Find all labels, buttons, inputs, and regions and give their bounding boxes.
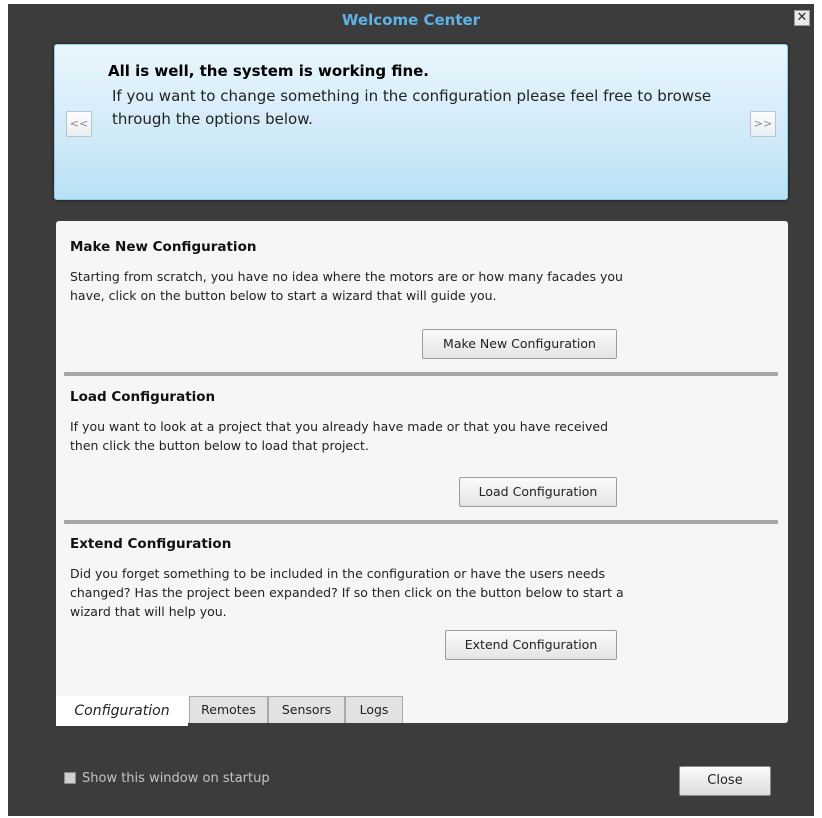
configuration-panel: Make New Configuration Starting from scr… [56,221,788,723]
window-close-icon[interactable]: ✕ [794,10,810,26]
section-description: Did you forget something to be included … [70,566,624,619]
make-new-configuration-button[interactable]: Make New Configuration [422,329,617,359]
section-title: Extend Configuration [70,536,232,552]
section-description: If you want to look at a project that yo… [70,419,609,453]
status-heading: All is well, the system is working fine. [108,62,429,80]
window-title: Welcome Center [341,11,481,29]
load-configuration-button[interactable]: Load Configuration [459,477,617,507]
tab-sensors[interactable]: Sensors [268,696,345,723]
next-button[interactable]: >> [750,111,776,137]
previous-button[interactable]: << [66,111,92,137]
section-make-new-configuration: Make New Configuration Starting from scr… [70,239,776,305]
section-divider [64,520,778,524]
section-description: Starting from scratch, you have no idea … [70,269,623,303]
tab-configuration[interactable]: Configuration [56,696,188,726]
startup-checkbox[interactable] [64,772,76,784]
section-divider [64,372,778,376]
startup-checkbox-label: Show this window on startup [82,771,270,786]
startup-option[interactable]: Show this window on startup [64,771,270,786]
tab-logs[interactable]: Logs [345,696,403,723]
section-extend-configuration: Extend Configuration Did you forget some… [70,536,776,621]
welcome-center-window: Welcome Center ✕ All is well, the system… [8,4,814,816]
section-title: Make New Configuration [70,239,257,255]
section-title: Load Configuration [70,389,216,405]
tab-remotes[interactable]: Remotes [189,696,268,723]
close-button[interactable]: Close [679,766,771,796]
status-text: If you want to change something in the c… [112,87,712,128]
status-banner: All is well, the system is working fine.… [54,44,788,200]
extend-configuration-button[interactable]: Extend Configuration [445,630,617,660]
section-load-configuration: Load Configuration If you want to look a… [70,389,776,455]
